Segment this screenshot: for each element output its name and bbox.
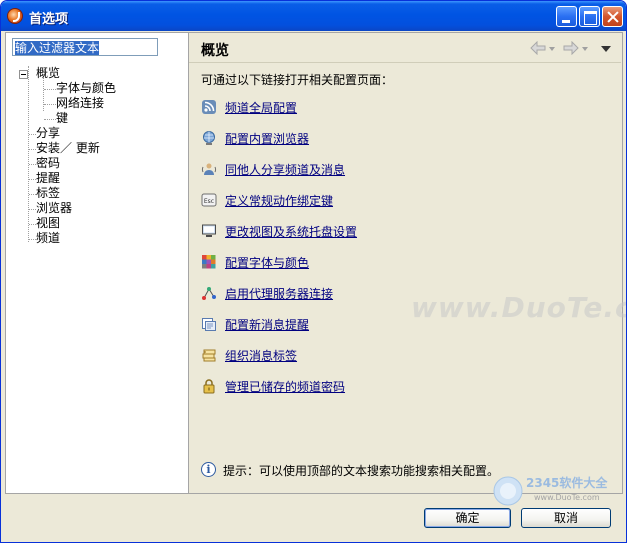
tree-item[interactable]: 浏览器 <box>36 201 72 216</box>
app-icon <box>7 8 23 24</box>
globe-icon <box>201 130 217 146</box>
minimize-button[interactable] <box>556 6 577 27</box>
share-icon <box>201 161 217 177</box>
tree-item[interactable]: 分享 <box>36 126 60 141</box>
config-link-label[interactable]: 更改视图及系统托盘设置 <box>225 223 357 240</box>
tree-connector <box>28 66 29 242</box>
config-link-label[interactable]: 管理已储存的频道密码 <box>225 378 345 395</box>
tree-item[interactable]: 字体与颜色 <box>56 81 116 96</box>
forward-dropdown-icon[interactable] <box>582 47 588 51</box>
config-link-label[interactable]: 配置新消息提醒 <box>225 316 309 333</box>
config-link-label[interactable]: 定义常规动作绑定键 <box>225 192 333 209</box>
tree-collapse-icon[interactable] <box>19 70 28 79</box>
tree-item[interactable]: 键 <box>56 111 68 126</box>
forward-arrow-icon[interactable] <box>562 41 580 55</box>
tree-connector <box>29 194 36 195</box>
tree-item[interactable]: 视图 <box>36 216 60 231</box>
config-link-label[interactable]: 同他人分享频道及消息 <box>225 161 345 178</box>
watermark: www.DuoTe.com <box>411 291 626 324</box>
close-button[interactable] <box>602 6 623 27</box>
tree-connector <box>44 89 56 90</box>
tree-item[interactable]: 概览 <box>36 66 60 81</box>
tree-connector <box>29 224 36 225</box>
config-link-label[interactable]: 配置内置浏览器 <box>225 130 309 147</box>
content-header: 概览 <box>189 33 621 63</box>
monitor-icon <box>201 223 217 239</box>
rss-icon <box>201 99 217 115</box>
brand-url: www.DuoTe.com <box>534 493 600 502</box>
svg-text:Esc: Esc <box>204 198 214 205</box>
tree-connector <box>29 239 36 240</box>
palette-icon <box>201 254 217 270</box>
tree-item[interactable]: 提醒 <box>36 171 60 186</box>
back-dropdown-icon[interactable] <box>549 47 555 51</box>
tree-connector <box>29 209 36 210</box>
brand-name: 2345软件大全 <box>526 475 608 490</box>
tree-item[interactable]: 密码 <box>36 156 60 171</box>
page-title: 概览 <box>201 43 229 59</box>
info-icon: i <box>201 462 216 477</box>
title-bar[interactable]: 首选项 <box>1 1 626 31</box>
tree-item[interactable]: 频道 <box>36 231 60 246</box>
tree-connector <box>44 119 56 120</box>
content-pane: 概览 可通过以下链接打开相关配置页面： 频道全局配置 配置内置浏览器同他人分享频道… <box>189 32 626 494</box>
notification-icon <box>201 316 217 332</box>
view-menu-icon[interactable] <box>601 46 611 52</box>
network-icon <box>201 285 217 301</box>
preferences-window: 首选项 输入过滤器文本 概览 字体与颜色 网络连接键分享 安装／ 更新 密码 提醒 标签 浏览… <box>0 0 627 543</box>
tree-connector <box>29 134 36 135</box>
tree-connector <box>29 149 36 150</box>
tree-connector <box>29 164 36 165</box>
config-link-label[interactable]: 启用代理服务器连接 <box>225 285 333 302</box>
config-link-label[interactable]: 组织消息标签 <box>225 347 297 364</box>
esc-key-icon: Esc <box>201 192 217 208</box>
tag-icon <box>201 347 217 363</box>
tree-item[interactable]: 安装／ 更新 <box>36 141 100 156</box>
tree-connector <box>44 104 56 105</box>
back-arrow-icon[interactable] <box>529 41 547 55</box>
tip-text: 提示：可以使用顶部的文本搜索功能搜索相关配置。 <box>223 464 500 478</box>
tree-connector <box>29 179 36 180</box>
maximize-button[interactable] <box>579 6 600 27</box>
config-link-label[interactable]: 频道全局配置 <box>225 99 297 116</box>
navigation-pane: 输入过滤器文本 概览 字体与颜色 网络连接键分享 安装／ 更新 密码 提醒 标签 浏览器 视图频… <box>5 32 189 494</box>
filter-input-text: 输入过滤器文本 <box>15 41 100 55</box>
filter-input[interactable]: 输入过滤器文本 <box>12 38 158 56</box>
brand-logo: 2345软件大全 www.DuoTe.com <box>493 475 608 506</box>
tree-item[interactable]: 标签 <box>36 186 60 201</box>
config-link-label[interactable]: 配置字体与颜色 <box>225 254 309 271</box>
window-title: 首选项 <box>29 12 69 27</box>
intro-text: 可通过以下链接打开相关配置页面： <box>201 73 394 87</box>
lock-icon <box>201 378 217 394</box>
tree-item[interactable]: 网络连接 <box>56 96 104 111</box>
